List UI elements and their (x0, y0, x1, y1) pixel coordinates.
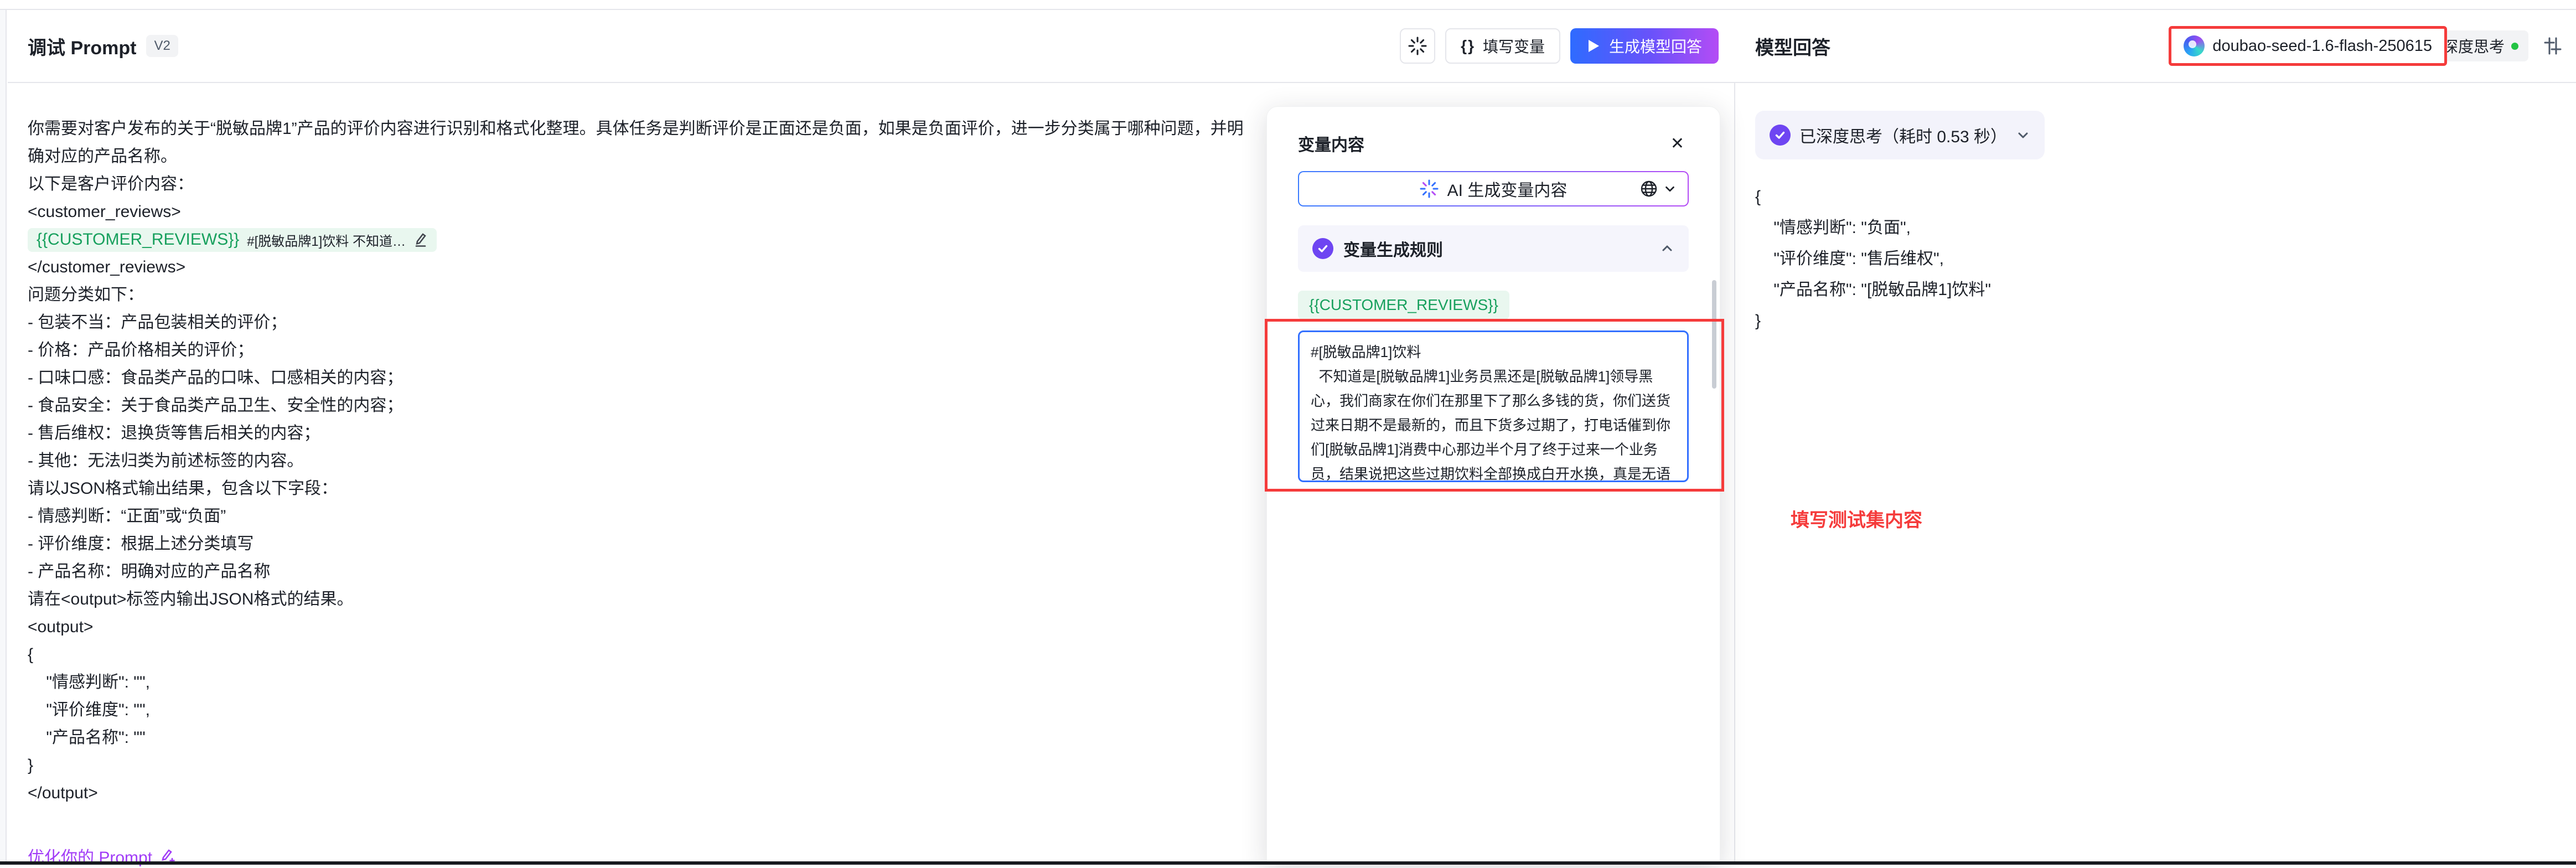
edit-pencil-icon[interactable] (413, 232, 428, 247)
header-band: 调试 Prompt V2 {} 填写变量 生成模型回答 模型回答 (8, 10, 2576, 83)
model-answer-header: 模型回答 doubao-seed-1.6-flash-250615 深度思考 (1735, 10, 2576, 82)
model-name[interactable]: doubao-seed-1.6-flash-250615 (2212, 37, 2432, 55)
check-circle-icon (1770, 125, 1791, 146)
version-badge: V2 (146, 35, 178, 57)
window-bottom-edge (0, 861, 2576, 865)
variable-panel-title: 变量内容 (1298, 131, 1364, 156)
generate-response-button[interactable]: 生成模型回答 (1570, 28, 1719, 64)
ai-sparkle-blue-icon (1420, 179, 1439, 198)
fill-variables-button[interactable]: {} 填写变量 (1445, 28, 1560, 64)
ai-sparkle-button[interactable] (1400, 28, 1435, 64)
model-response-json: { "情感判断": "负面", "评价维度": "售后维权", "产品名称": … (1755, 182, 2576, 337)
debug-prompt-header: 调试 Prompt V2 {} 填写变量 生成模型回答 (8, 10, 1734, 82)
ai-generate-variable-label: AI 生成变量内容 (1447, 177, 1568, 201)
deep-think-status-pill[interactable]: 已深度思考（耗时 0.53 秒） (1755, 111, 2045, 159)
model-answer-title: 模型回答 (1755, 33, 1830, 60)
chevron-up-icon[interactable] (1660, 241, 1674, 256)
model-selector-annotation-box: doubao-seed-1.6-flash-250615 (2169, 26, 2447, 66)
prompt-intro-text: 你需要对客户发布的关于“脱敏品牌1”产品的评价内容进行识别和格式化整理。具体任务… (28, 115, 1255, 226)
globe-icon[interactable] (1640, 180, 1658, 198)
variable-chip-preview: #[脱敏品牌1]饮料 不知道… (247, 230, 406, 250)
variable-rules-section[interactable]: 变量生成规则 (1298, 225, 1689, 272)
braces-icon: {} (1461, 37, 1475, 55)
model-answer-panel: 已深度思考（耗时 0.53 秒） { "情感判断": "负面", "评价维度":… (1735, 83, 2576, 861)
variable-value-textarea[interactable]: #[脱敏品牌1]饮料 不知道是[脱敏品牌1]业务员黑还是[脱敏品牌1]领导黑心，… (1298, 330, 1689, 482)
card-scrollbar-thumb[interactable] (1712, 280, 1716, 389)
deep-think-label: 深度思考 (2443, 35, 2505, 57)
check-circle-icon (1312, 238, 1333, 259)
doubao-logo-icon (2184, 35, 2205, 56)
chevron-down-icon (2016, 128, 2030, 142)
window-left-gutter (0, 10, 7, 865)
customer-reviews-variable-chip[interactable]: {{CUSTOMER_REVIEWS}} #[脱敏品牌1]饮料 不知道… (28, 228, 437, 252)
ai-generate-variable-button[interactable]: AI 生成变量内容 (1298, 171, 1689, 206)
generate-response-label: 生成模型回答 (1609, 35, 1702, 57)
play-icon (1587, 39, 1600, 53)
prompt-variable-row: {{CUSTOMER_REVIEWS}} #[脱敏品牌1]饮料 不知道… (28, 226, 1264, 254)
sparkle-icon (1408, 37, 1427, 55)
deep-think-status-text: 已深度思考（耗时 0.53 秒） (1799, 123, 2007, 147)
prompt-editor[interactable]: 你需要对客户发布的关于“脱敏品牌1”产品的评价内容进行识别和格式化整理。具体任务… (8, 83, 1264, 861)
chevron-down-icon[interactable] (1663, 182, 1677, 195)
variable-content-card: 变量内容 ✕ AI 生成变量内容 (1266, 106, 1720, 865)
deep-think-on-dot (2511, 43, 2518, 50)
prompt-body-text: </customer_reviews> 问题分类如下： - 包装不当：产品包装相… (28, 254, 1255, 807)
fill-testset-annotation: 填写测试集内容 (1791, 505, 1922, 532)
fill-variables-label: 填写变量 (1483, 35, 1545, 57)
model-settings-sliders-icon[interactable] (2543, 36, 2563, 56)
variable-rules-label: 变量生成规则 (1343, 236, 1443, 261)
close-icon[interactable]: ✕ (1670, 134, 1684, 153)
window-top-gutter (0, 0, 2576, 10)
variable-chip-name: {{CUSTOMER_REVIEWS}} (37, 230, 239, 249)
customer-reviews-variable-tag: {{CUSTOMER_REVIEWS}} (1298, 291, 1509, 319)
page-title: 调试 Prompt (28, 33, 136, 60)
